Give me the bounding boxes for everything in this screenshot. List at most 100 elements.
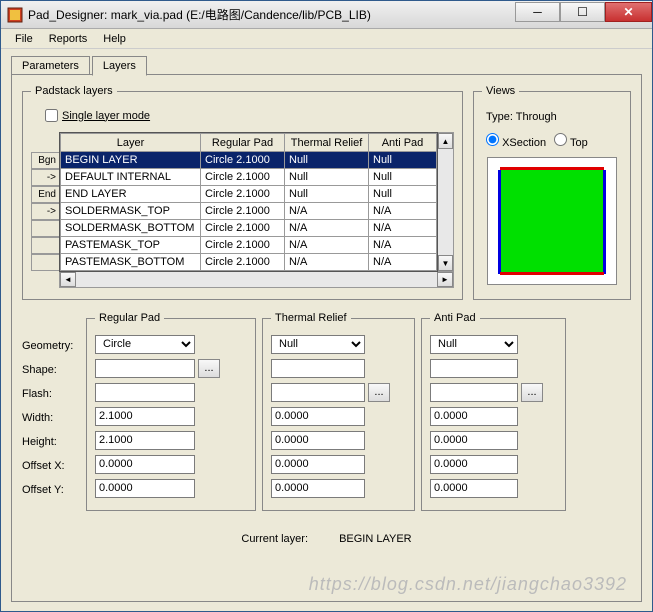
- rowlabel-arrow2[interactable]: ->: [31, 203, 59, 220]
- client-area: Parameters Layers Padstack layers Single…: [1, 49, 652, 612]
- vertical-scrollbar[interactable]: ▲ ▼: [438, 132, 454, 272]
- rowlabel-5[interactable]: [31, 220, 59, 237]
- scroll-up-icon[interactable]: ▲: [438, 133, 453, 149]
- table-row[interactable]: SOLDERMASK_TOPCircle 2.1000N/AN/A: [61, 203, 437, 220]
- scroll-track-h[interactable]: [76, 272, 437, 287]
- anti-flash-browse[interactable]: ...: [521, 383, 543, 402]
- padstack-legend: Padstack layers: [31, 85, 117, 97]
- window-buttons: ─ ☐ ✕: [515, 1, 652, 28]
- views-group: Views Type: Through XSection Top: [473, 85, 631, 300]
- current-layer-label: Current layer:: [241, 533, 308, 545]
- app-icon: [7, 7, 23, 23]
- thermal-offsety-input[interactable]: [271, 479, 365, 498]
- single-layer-label: Single layer mode: [62, 110, 150, 122]
- regular-pad-group: Regular Pad Circle ...: [86, 312, 256, 511]
- tab-strip: Parameters Layers: [11, 55, 642, 75]
- current-layer: Current layer: BEGIN LAYER: [22, 533, 631, 545]
- thermal-geometry-select[interactable]: Null: [271, 335, 365, 354]
- menubar: File Reports Help: [1, 29, 652, 49]
- app-window: Pad_Designer: mark_via.pad (E:/电路图/Cande…: [0, 0, 653, 612]
- table-row[interactable]: BEGIN LAYERCircle 2.1000NullNull: [61, 152, 437, 169]
- anti-pad-group: Anti Pad Null ...: [421, 312, 566, 511]
- anti-flash-input[interactable]: [430, 383, 518, 402]
- col-regular[interactable]: Regular Pad: [201, 134, 285, 152]
- regular-offsetx-input[interactable]: [95, 455, 195, 474]
- scroll-right-icon[interactable]: ►: [437, 272, 453, 287]
- single-layer-mode[interactable]: Single layer mode: [45, 109, 454, 122]
- tab-layers[interactable]: Layers: [92, 56, 147, 76]
- table-row[interactable]: PASTEMASK_BOTTOMCircle 2.1000N/AN/A: [61, 254, 437, 271]
- col-anti[interactable]: Anti Pad: [369, 134, 437, 152]
- label-offsety: Offset Y:: [22, 478, 80, 502]
- table-row[interactable]: DEFAULT INTERNALCircle 2.1000NullNull: [61, 169, 437, 186]
- thermal-width-input[interactable]: [271, 407, 365, 426]
- single-layer-checkbox[interactable]: [45, 109, 58, 122]
- close-button[interactable]: ✕: [605, 2, 652, 22]
- horizontal-scrollbar[interactable]: ◄ ►: [59, 272, 454, 288]
- field-labels: Geometry: Shape: Flash: Width: Height: O…: [22, 312, 80, 519]
- anti-offsetx-input[interactable]: [430, 455, 518, 474]
- rowlabel-bgn[interactable]: Bgn: [31, 152, 59, 169]
- radio-xsection[interactable]: XSection: [486, 133, 546, 149]
- thermal-relief-group: Thermal Relief Null ...: [262, 312, 415, 511]
- preview-canvas: [487, 157, 617, 285]
- thermal-height-input[interactable]: [271, 431, 365, 450]
- watermark: https://blog.csdn.net/jiangchao3392: [309, 574, 627, 595]
- scroll-left-icon[interactable]: ◄: [60, 272, 76, 287]
- scroll-track[interactable]: [438, 149, 453, 255]
- views-legend: Views: [482, 85, 519, 97]
- thermal-flash-input[interactable]: [271, 383, 365, 402]
- regular-legend: Regular Pad: [95, 312, 164, 324]
- anti-height-input[interactable]: [430, 431, 518, 450]
- anti-offsety-input[interactable]: [430, 479, 518, 498]
- regular-geometry-select[interactable]: Circle: [95, 335, 195, 354]
- anti-width-input[interactable]: [430, 407, 518, 426]
- rowlabel-arrow[interactable]: ->: [31, 169, 59, 186]
- label-height: Height:: [22, 430, 80, 454]
- tab-panel: Padstack layers Single layer mode Bgn ->…: [11, 74, 642, 602]
- label-geometry: Geometry:: [22, 334, 80, 358]
- regular-height-input[interactable]: [95, 431, 195, 450]
- window-title: Pad_Designer: mark_via.pad (E:/电路图/Cande…: [28, 6, 515, 23]
- regular-shape-input[interactable]: [95, 359, 195, 378]
- titlebar: Pad_Designer: mark_via.pad (E:/电路图/Cande…: [1, 1, 652, 29]
- anti-geometry-select[interactable]: Null: [430, 335, 518, 354]
- rowlabel-end[interactable]: End: [31, 186, 59, 203]
- table-row[interactable]: SOLDERMASK_BOTTOMCircle 2.1000N/AN/A: [61, 220, 437, 237]
- thermal-shape-input[interactable]: [271, 359, 365, 378]
- label-offsetx: Offset X:: [22, 454, 80, 478]
- thermal-flash-browse[interactable]: ...: [368, 383, 390, 402]
- row-labels: Bgn -> End ->: [31, 132, 59, 288]
- padstack-layers-group: Padstack layers Single layer mode Bgn ->…: [22, 85, 463, 300]
- minimize-button[interactable]: ─: [515, 2, 560, 22]
- table-row[interactable]: PASTEMASK_TOPCircle 2.1000N/AN/A: [61, 237, 437, 254]
- thermal-offsetx-input[interactable]: [271, 455, 365, 474]
- label-width: Width:: [22, 406, 80, 430]
- col-layer[interactable]: Layer: [61, 134, 201, 152]
- maximize-button[interactable]: ☐: [560, 2, 605, 22]
- type-label: Type:: [486, 111, 513, 123]
- menu-file[interactable]: File: [7, 31, 41, 47]
- current-layer-value: BEGIN LAYER: [339, 533, 412, 545]
- label-flash: Flash:: [22, 382, 80, 406]
- type-value: Through: [516, 111, 557, 123]
- menu-reports[interactable]: Reports: [41, 31, 96, 47]
- rowlabel-7[interactable]: [31, 254, 59, 271]
- regular-offsety-input[interactable]: [95, 479, 195, 498]
- table-row[interactable]: END LAYERCircle 2.1000NullNull: [61, 186, 437, 203]
- layers-table[interactable]: Layer Regular Pad Thermal Relief Anti Pa…: [59, 132, 438, 272]
- menu-help[interactable]: Help: [95, 31, 134, 47]
- rowlabel-6[interactable]: [31, 237, 59, 254]
- regular-width-input[interactable]: [95, 407, 195, 426]
- anti-shape-input[interactable]: [430, 359, 518, 378]
- scroll-down-icon[interactable]: ▼: [438, 255, 453, 271]
- regular-shape-browse[interactable]: ...: [198, 359, 220, 378]
- col-thermal[interactable]: Thermal Relief: [285, 134, 369, 152]
- anti-legend: Anti Pad: [430, 312, 480, 324]
- thermal-legend: Thermal Relief: [271, 312, 351, 324]
- views-type: Type: Through: [486, 111, 618, 123]
- regular-flash-input[interactable]: [95, 383, 195, 402]
- tab-parameters[interactable]: Parameters: [11, 56, 90, 76]
- radio-top[interactable]: Top: [554, 133, 588, 149]
- label-shape: Shape:: [22, 358, 80, 382]
